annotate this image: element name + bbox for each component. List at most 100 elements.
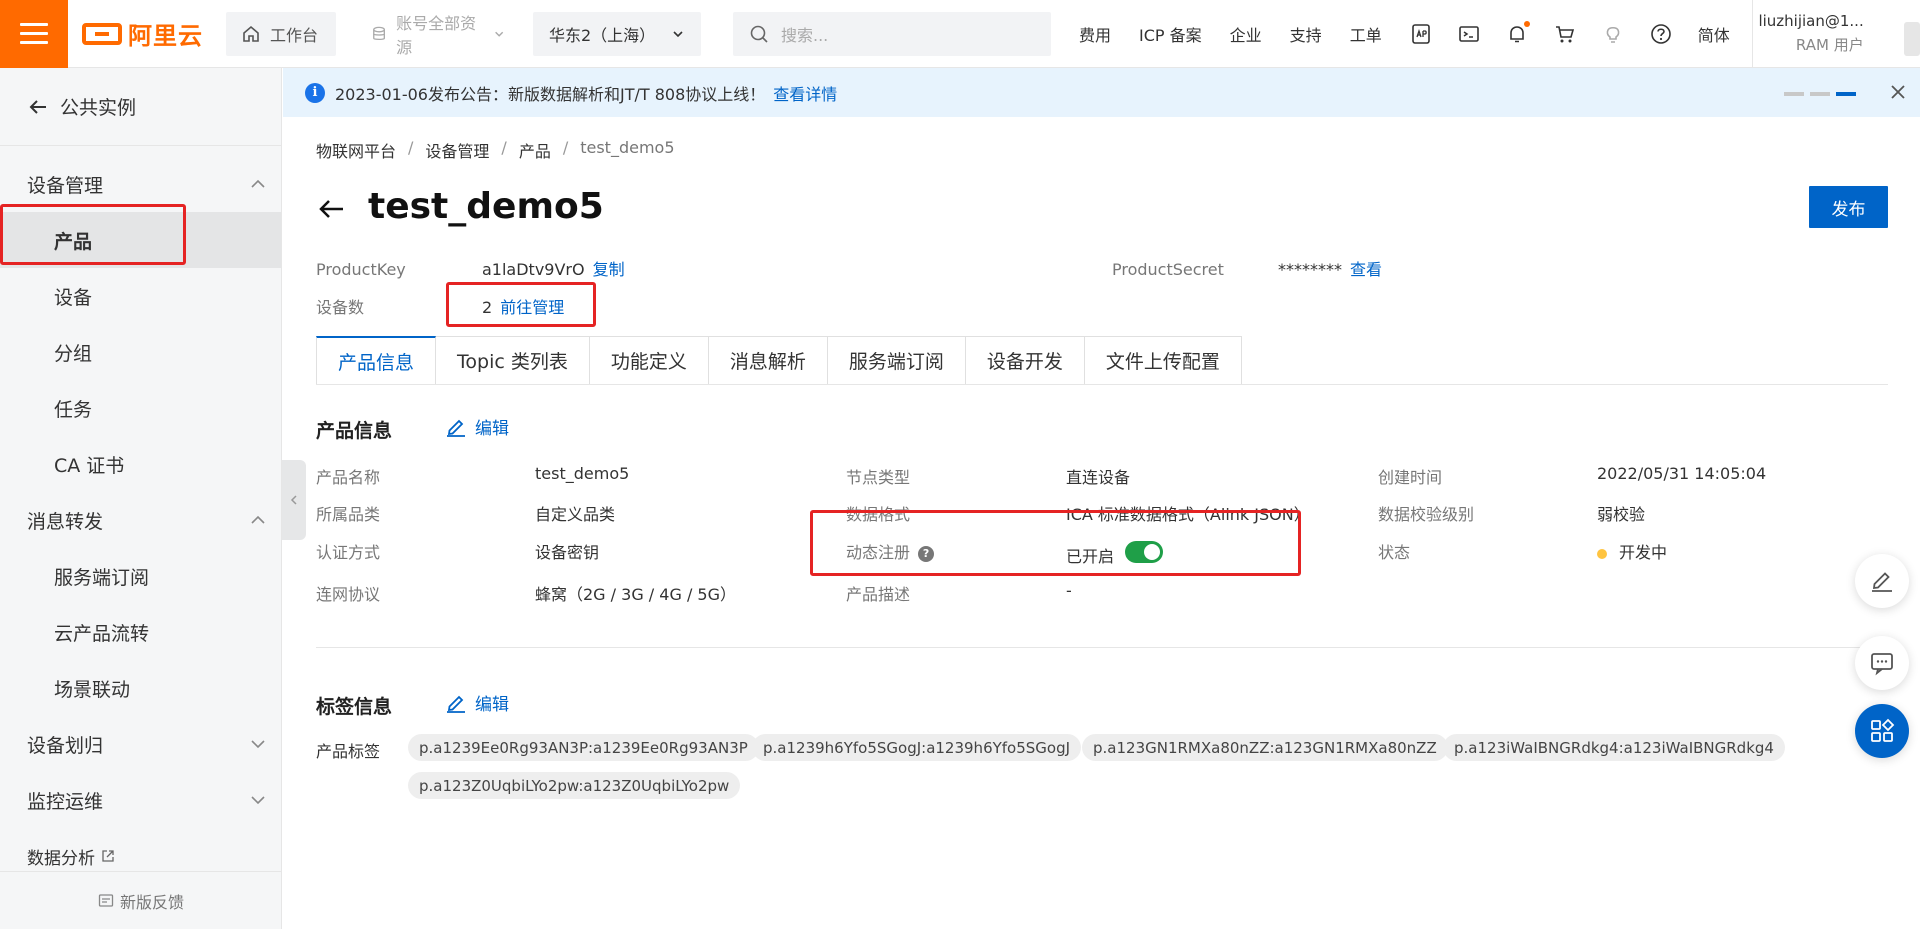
section-divider	[316, 647, 1888, 648]
lightbulb-icon[interactable]	[1602, 23, 1624, 45]
sidebar-item-server-subscription[interactable]: 服务端订阅	[0, 548, 281, 604]
search-input[interactable]: 搜索...	[733, 11, 1051, 56]
sidebar-collapse-toggle[interactable]	[282, 460, 306, 540]
field-label-verify-level: 数据校验级别	[1378, 505, 1475, 524]
resources-dropdown[interactable]: 账号全部资源	[356, 11, 521, 57]
field-label-created: 创建时间	[1378, 468, 1443, 487]
chevron-up-icon	[251, 515, 265, 524]
arrow-left-icon[interactable]	[316, 192, 346, 222]
field-label-format: 数据格式	[846, 505, 911, 524]
link-icp[interactable]: ICP 备案	[1139, 22, 1202, 46]
back-label: 公共实例	[60, 97, 137, 119]
tag-chip: p.a123iWaIBNGRdkg4:a123iWaIBNGRdkg4	[1443, 734, 1785, 761]
tab-server-subscription[interactable]: 服务端订阅	[827, 336, 966, 385]
scrollbar-handle[interactable]	[1904, 22, 1920, 56]
sidebar-group-device[interactable]: 设备管理	[0, 156, 281, 212]
dynreg-label-text: 动态注册	[846, 543, 911, 562]
chevron-up-icon	[251, 179, 265, 188]
field-value-created: 2022/05/31 14:05:04	[1597, 464, 1767, 483]
announcement-text: 2023-01-06发布公告：新版数据解析和JT/T 808协议上线！	[335, 84, 766, 104]
field-label-node: 节点类型	[846, 468, 911, 487]
float-chat-button[interactable]	[1855, 636, 1909, 690]
sidebar-item-product[interactable]: 产品	[0, 212, 281, 268]
sidebar-item-task[interactable]: 任务	[0, 380, 281, 436]
tab-file-upload-config[interactable]: 文件上传配置	[1084, 336, 1242, 385]
arrow-left-icon	[29, 99, 46, 114]
question-icon[interactable]: ?	[918, 545, 935, 562]
product-tags-label: 产品标签	[316, 742, 381, 761]
copy-key-link[interactable]: 复制	[593, 260, 625, 279]
field-value-verify-level: 弱校验	[1597, 505, 1646, 524]
page-title: test_demo5	[368, 186, 604, 227]
workbench-button[interactable]: 工作台	[226, 11, 336, 56]
top-links: 费用 ICP 备案 企业 支持 工单 简体	[1079, 0, 1752, 68]
breadcrumb-device-mgmt[interactable]: 设备管理	[425, 138, 489, 162]
sidebar-group-message[interactable]: 消息转发	[0, 492, 281, 548]
device-count-value: 2	[482, 298, 493, 317]
link-ticket[interactable]: 工单	[1350, 22, 1382, 46]
tab-topic-list[interactable]: Topic 类列表	[436, 336, 590, 385]
help-circle-icon[interactable]	[1650, 23, 1672, 45]
product-info-heading: 产品信息	[316, 420, 393, 442]
edit-label: 编辑	[475, 419, 509, 439]
breadcrumb-iot[interactable]: 物联网平台	[316, 138, 396, 162]
feedback-button[interactable]: 新版反馈	[0, 871, 282, 929]
top-bar: 阿里云 工作台 账号全部资源 华东2（上海） 搜索... 费用 ICP 备案 企…	[0, 0, 1920, 68]
chevron-left-icon	[290, 495, 297, 505]
chat-icon	[1871, 653, 1893, 676]
announcement-details-link[interactable]: 查看详情	[773, 81, 837, 105]
product-secret-row: ProductSecret ******** 查看	[1112, 256, 1382, 280]
product-key-label: ProductKey	[316, 260, 406, 279]
breadcrumb-product[interactable]: 产品	[519, 138, 551, 162]
device-count-row: 设备数 2 前往管理	[316, 294, 564, 318]
float-apps-button[interactable]	[1855, 704, 1909, 758]
link-enterprise[interactable]: 企业	[1230, 22, 1262, 46]
product-key-row: ProductKey a1laDtv9VrO 复制	[316, 256, 625, 280]
link-fees[interactable]: 费用	[1079, 22, 1111, 46]
edit-product-info-button[interactable]: 编辑	[446, 414, 509, 439]
publish-button[interactable]: 发布	[1809, 186, 1888, 228]
float-edit-button[interactable]	[1855, 554, 1909, 608]
field-label-network: 连网协议	[316, 585, 381, 604]
link-support[interactable]: 支持	[1290, 22, 1322, 46]
field-value-status: 开发中	[1597, 539, 1667, 563]
user-menu[interactable]: liuzhijian@1... RAM 用户	[1751, 0, 1864, 68]
tab-product-info[interactable]: 产品信息	[316, 336, 437, 385]
announcement-pager[interactable]	[1784, 92, 1856, 96]
sidebar-item-ca-cert[interactable]: CA 证书	[0, 436, 281, 492]
logo[interactable]: 阿里云	[82, 0, 212, 68]
tab-message-parsing[interactable]: 消息解析	[708, 336, 828, 385]
tab-function-definition[interactable]: 功能定义	[589, 336, 709, 385]
sidebar-group-assign[interactable]: 设备划归	[0, 716, 281, 772]
field-label-status: 状态	[1378, 543, 1411, 562]
region-selector[interactable]: 华东2（上海）	[533, 11, 701, 56]
app-icon[interactable]	[1410, 23, 1432, 45]
sidebar-item-device[interactable]: 设备	[0, 268, 281, 324]
tabs-divider	[316, 384, 1888, 385]
status-dot	[1597, 548, 1607, 559]
sidebar-item-group[interactable]: 分组	[0, 324, 281, 380]
tab-device-development[interactable]: 设备开发	[965, 336, 1085, 385]
terminal-icon[interactable]	[1458, 23, 1480, 45]
group-label: 监控运维	[27, 790, 104, 813]
sidebar-group-monitor[interactable]: 监控运维	[0, 772, 281, 828]
group-label: 设备划归	[27, 734, 104, 757]
cart-icon[interactable]	[1554, 23, 1576, 45]
close-icon[interactable]	[1888, 82, 1908, 102]
home-icon	[243, 25, 259, 42]
field-label-name: 产品名称	[316, 468, 381, 487]
menu-button[interactable]	[0, 0, 68, 68]
view-secret-link[interactable]: 查看	[1350, 260, 1382, 279]
pencil-icon	[447, 695, 465, 713]
back-to-instances[interactable]: 公共实例	[0, 68, 281, 146]
language-switch[interactable]: 简体	[1698, 22, 1730, 46]
resources-label: 账号全部资源	[396, 13, 477, 57]
sidebar-item-cloud-flow[interactable]: 云产品流转	[0, 604, 281, 660]
edit-tags-button[interactable]: 编辑	[446, 690, 509, 715]
bell-icon[interactable]	[1506, 20, 1530, 45]
dynamic-register-toggle[interactable]	[1125, 541, 1163, 563]
tab-bar: 产品信息 Topic 类列表 功能定义 消息解析 服务端订阅 设备开发 文件上传…	[316, 336, 1242, 385]
sidebar-item-scene-linkage[interactable]: 场景联动	[0, 660, 281, 716]
manage-devices-link[interactable]: 前往管理	[500, 298, 564, 317]
workbench-label: 工作台	[270, 25, 319, 45]
